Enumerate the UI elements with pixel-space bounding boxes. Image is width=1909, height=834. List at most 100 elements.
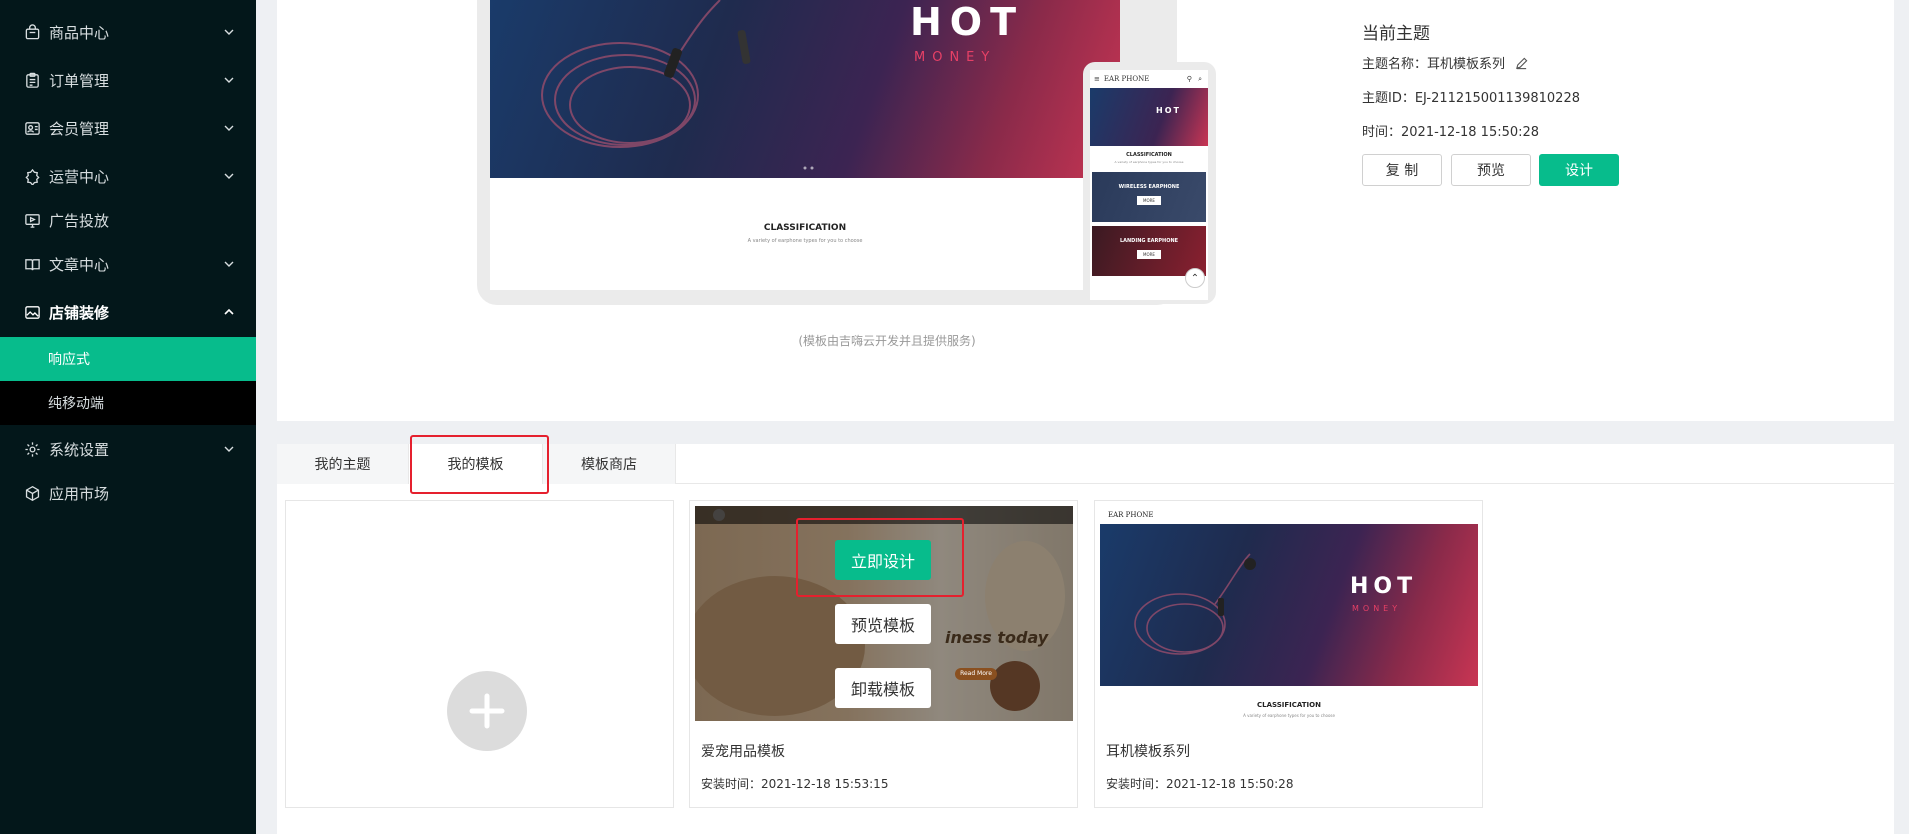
plus-icon (469, 693, 505, 729)
sidebar-item-ads[interactable]: 广告投放 (0, 198, 256, 242)
sidebar-subitem-label: 响应式 (48, 352, 90, 368)
sidebar-item-app-market[interactable]: 应用市场 (0, 471, 256, 515)
theme-name-line: 主题名称：耳机模板系列 (1362, 53, 1528, 72)
tab-my-themes[interactable]: 我的主题 (277, 444, 409, 484)
sidebar-subitem-responsive[interactable]: 响应式 (0, 337, 256, 381)
mobile-card: WIRELESS EARPHONE MORE (1092, 172, 1206, 222)
template-provider-note: (模板由吉嗨云开发并且提供服务) (798, 334, 976, 348)
monitor-icon (23, 211, 41, 229)
desktop-preview-screen: HOT MONEY CLASSIFICATION A variety of ea… (490, 0, 1120, 290)
template-thumbnail: EAR PHONE HOT MONEY CLASSIFICATION A var… (1100, 506, 1478, 721)
hero-banner-image: HOT MONEY (490, 0, 1120, 178)
sidebar-item-operations[interactable]: 运营中心 (0, 154, 256, 198)
ear-hot-text: HOT (1350, 574, 1418, 599)
mobile-classification-subtitle: A variety of earphone types for you to c… (1114, 160, 1184, 164)
templates-panel: 我的主题 我的模板 模板商店 iness today Read More 立即设… (277, 435, 1894, 834)
pet-hero-text: iness today (945, 628, 1049, 647)
cube-icon (23, 484, 41, 502)
mobile-hot-text: HOT (1156, 106, 1181, 115)
theme-id-line: 主题ID：EJ-211215001139810228 (1362, 91, 1580, 106)
template-name: 耳机模板系列 (1106, 744, 1190, 760)
ear-classification-title: CLASSIFICATION (1257, 701, 1321, 709)
chevron-down-icon (224, 261, 234, 267)
classification-title: CLASSIFICATION (763, 223, 847, 233)
sidebar: 商品中心 订单管理 会员管理 运营中心 广告投放 文章中心 店铺装修 响应式 纯… (0, 0, 256, 834)
theme-name: 主题名称：耳机模板系列 (1362, 57, 1506, 72)
sidebar-item-articles[interactable]: 文章中心 (0, 242, 256, 286)
sidebar-item-label: 应用市场 (49, 484, 110, 503)
sidebar-item-label: 会员管理 (49, 119, 110, 138)
template-name: 爱宠用品模板 (701, 744, 785, 760)
ear-classification-subtitle: A variety of earphone types for you to c… (1243, 713, 1335, 718)
preview-template-button[interactable]: 预览模板 (835, 604, 931, 644)
current-theme-title: 当前主题 (1362, 24, 1430, 44)
mobile-banner: HOT (1090, 88, 1208, 146)
chevron-down-icon (224, 29, 234, 35)
sidebar-item-members[interactable]: 会员管理 (0, 106, 256, 150)
edit-icon[interactable] (1515, 57, 1528, 70)
sidebar-item-label: 广告投放 (49, 211, 110, 230)
template-tabs: 我的主题 我的模板 模板商店 (277, 444, 1894, 484)
sidebar-item-orders[interactable]: 订单管理 (0, 58, 256, 102)
sidebar-subitem-mobile[interactable]: 纯移动端 (0, 381, 256, 425)
template-install-time: 安装时间：2021-12-18 15:50:28 (1106, 777, 1294, 791)
ops-icon (23, 167, 41, 185)
mobile-card-label: LANDING EARPHONE (1119, 238, 1179, 244)
header-tools-icon: ⚲ ⌕ (1186, 74, 1204, 83)
ear-brand: EAR PHONE (1108, 511, 1154, 519)
design-button[interactable]: 设计 (1539, 154, 1619, 186)
template-thumbnail: iness today Read More 立即设计 预览模板 卸载模板 (695, 506, 1073, 721)
sidebar-item-label: 运营中心 (49, 167, 110, 186)
uninstall-template-button[interactable]: 卸载模板 (835, 668, 931, 708)
template-install-time: 安装时间：2021-12-18 15:53:15 (701, 777, 889, 791)
mobile-preview-screen: ≡ EAR PHONE ⚲ ⌕ HOT CLASSIFICATION A var… (1090, 70, 1208, 300)
theme-time-line: 时间：2021-12-18 15:50:28 (1362, 125, 1540, 140)
copy-button[interactable]: 复 制 (1362, 154, 1442, 186)
current-theme-panel: HOT MONEY CLASSIFICATION A variety of ea… (277, 0, 1894, 421)
chevron-down-icon (224, 173, 234, 179)
sidebar-item-label: 店铺装修 (49, 303, 110, 322)
chevron-up-icon (224, 308, 234, 315)
sidebar-item-settings[interactable]: 系统设置 (0, 427, 256, 471)
add-template-card[interactable] (285, 500, 674, 808)
template-card[interactable]: iness today Read More 立即设计 预览模板 卸载模板 爱宠用… (689, 500, 1078, 808)
clipboard-icon (23, 71, 41, 89)
mobile-header: ≡ EAR PHONE ⚲ ⌕ (1090, 70, 1208, 88)
mobile-classification-title: CLASSIFICATION (1126, 152, 1172, 158)
menu-icon: ≡ (1094, 75, 1100, 83)
tab-my-templates[interactable]: 我的模板 (409, 444, 543, 484)
sidebar-item-label: 文章中心 (49, 255, 110, 274)
pet-site-nav (695, 506, 1073, 524)
classification-subtitle: A variety of earphone types for you to c… (747, 238, 863, 244)
add-template-button[interactable] (447, 671, 527, 751)
pet-cta-button: Read More (955, 668, 997, 680)
sidebar-item-products[interactable]: 商品中心 (0, 10, 256, 54)
mobile-brand: EAR PHONE (1103, 75, 1150, 83)
mobile-card-button: MORE (1137, 250, 1161, 259)
chevron-down-icon (224, 446, 234, 452)
sidebar-item-label: 订单管理 (49, 71, 110, 90)
chevron-down-icon (224, 77, 234, 83)
back-to-top-icon: ⌃ (1185, 268, 1205, 288)
mobile-preview-frame: ≡ EAR PHONE ⚲ ⌕ HOT CLASSIFICATION A var… (1083, 62, 1216, 304)
design-now-button[interactable]: 立即设计 (835, 540, 931, 580)
sidebar-item-label: 商品中心 (49, 23, 110, 42)
ear-banner-image: HOT MONEY (1100, 524, 1478, 686)
ear-money-text: MONEY (1352, 604, 1402, 613)
tab-template-store[interactable]: 模板商店 (543, 444, 676, 484)
desktop-preview-frame: HOT MONEY CLASSIFICATION A variety of ea… (477, 0, 1177, 305)
mobile-card-label: WIRELESS EARPHONE (1118, 184, 1180, 190)
earphone-illustration (1134, 553, 1256, 655)
earphone-illustration (541, 0, 814, 170)
bag-icon (23, 23, 41, 41)
book-icon (23, 255, 41, 273)
sidebar-item-label: 系统设置 (49, 440, 110, 459)
mobile-card-button: MORE (1137, 196, 1161, 205)
sidebar-subitem-label: 纯移动端 (48, 396, 104, 412)
hero-money-text: MONEY (914, 50, 997, 65)
chevron-down-icon (224, 125, 234, 131)
preview-button[interactable]: 预览 (1451, 154, 1531, 186)
sidebar-item-store-design[interactable]: 店铺装修 (0, 290, 256, 334)
gear-icon (23, 440, 41, 458)
template-card[interactable]: EAR PHONE HOT MONEY CLASSIFICATION A var… (1094, 500, 1483, 808)
